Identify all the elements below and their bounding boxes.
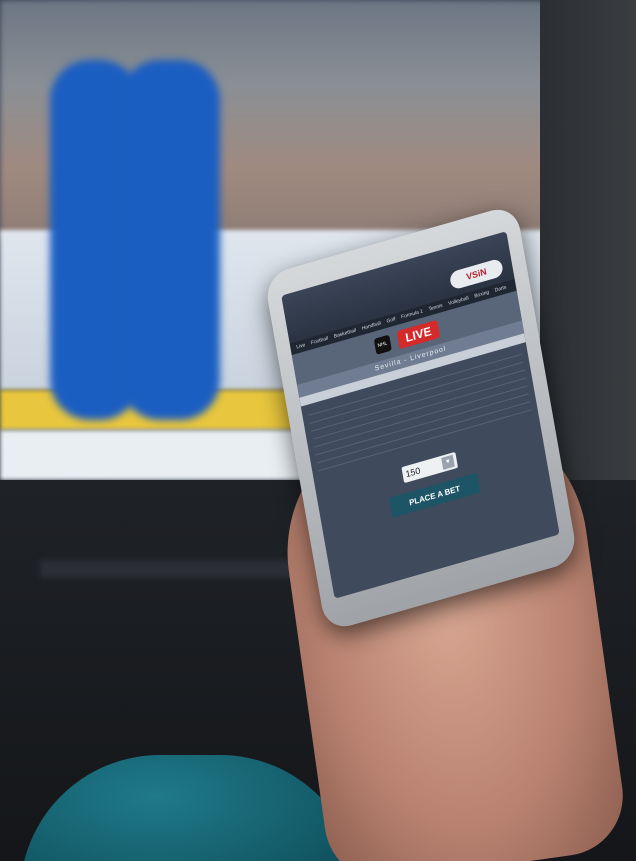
- chevron-down-icon[interactable]: ▾: [441, 454, 455, 470]
- hockey-player-right: [120, 60, 220, 420]
- nhl-logo-icon: NHL: [373, 334, 392, 355]
- nav-item-darts[interactable]: Darts: [494, 284, 507, 293]
- photo-scene: VSiN Live Football Basketball Handball G…: [0, 0, 636, 861]
- nav-item-live[interactable]: Live: [296, 342, 306, 350]
- match-separator: -: [403, 356, 409, 365]
- stake-select[interactable]: 150 ▾: [401, 451, 459, 484]
- stake-value: 150: [404, 465, 422, 480]
- betting-app-screen: VSiN Live Football Basketball Handball G…: [281, 231, 560, 599]
- nav-item-golf[interactable]: Golf: [386, 316, 396, 324]
